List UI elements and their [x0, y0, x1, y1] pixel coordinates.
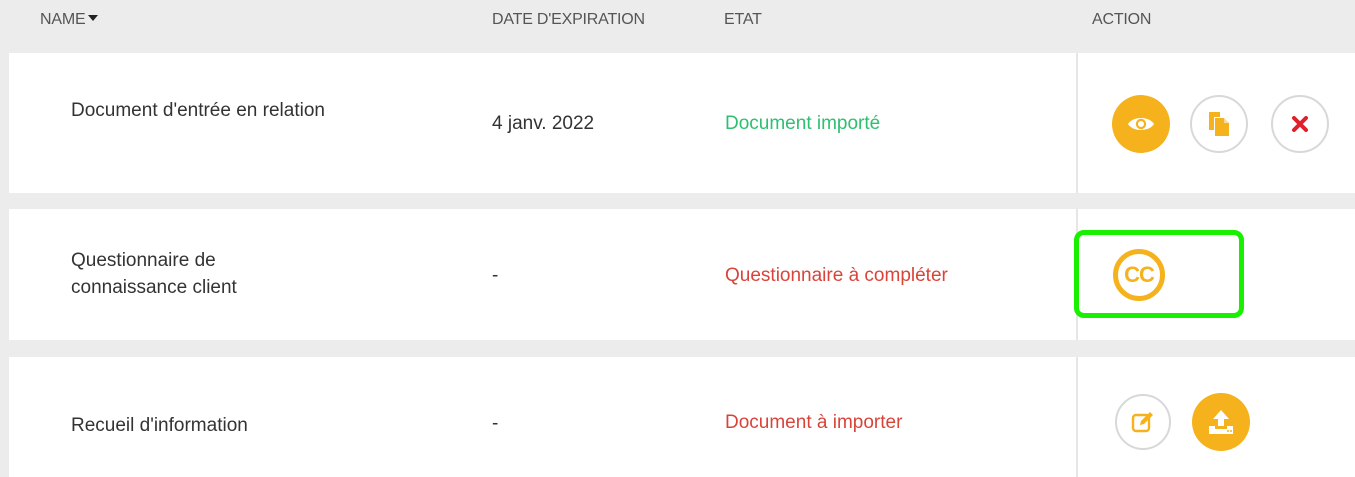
edit-icon [1131, 412, 1153, 433]
column-header-date: DATE D'EXPIRATION [492, 11, 645, 28]
upload-button[interactable] [1192, 393, 1250, 451]
upload-icon [1209, 410, 1233, 434]
table-header: NAME DATE D'EXPIRATION ETAT ACTION [0, 0, 1355, 44]
sort-caret-icon[interactable] [88, 14, 99, 21]
document-name: Questionnaire de connaissance client [71, 250, 237, 298]
copy-button[interactable] [1190, 95, 1248, 153]
status-text: Document à importer [725, 412, 903, 433]
delete-button[interactable] [1271, 95, 1329, 153]
cc-icon: CC [1124, 262, 1155, 287]
expiration-date: - [492, 413, 499, 434]
status-text: Document importé [725, 113, 881, 134]
table-row: Document d'entrée en relation 4 janv. 20… [9, 53, 1355, 193]
document-name: Document d'entrée en relation [71, 100, 325, 121]
table-row: Recueil d'information - Document à impor… [9, 357, 1355, 477]
copy-icon [1209, 112, 1229, 136]
close-icon [1292, 116, 1308, 132]
questionnaire-cc-button[interactable]: CC [1113, 249, 1165, 301]
column-header-name-label: NAME [40, 11, 86, 28]
expiration-date: 4 janv. 2022 [492, 113, 595, 134]
expiration-date: - [492, 265, 499, 286]
column-header-name[interactable]: NAME [40, 11, 99, 29]
column-divider [1076, 357, 1078, 477]
edit-button[interactable] [1115, 394, 1171, 450]
view-button[interactable] [1112, 95, 1170, 153]
document-name: Recueil d'information [71, 415, 248, 436]
column-divider [1076, 53, 1078, 193]
eye-icon [1128, 118, 1154, 130]
status-text: Questionnaire à compléter [725, 265, 948, 286]
column-header-etat: ETAT [724, 11, 762, 28]
column-header-action: ACTION [1092, 11, 1152, 28]
